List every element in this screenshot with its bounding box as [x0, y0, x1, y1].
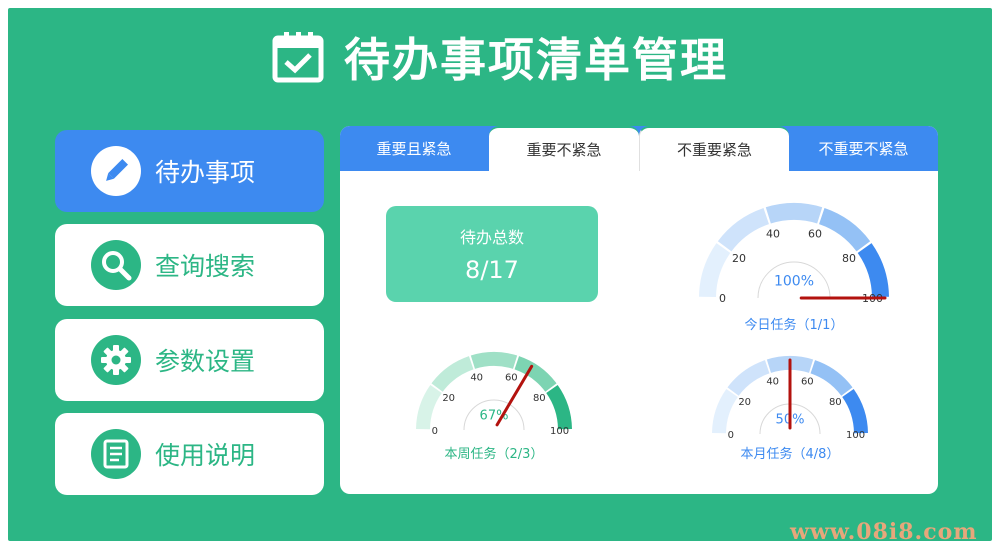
document-icon — [91, 429, 141, 479]
tab-important-urgent[interactable]: 重要且紧急 — [340, 126, 488, 171]
gauge-tick-label: 20 — [442, 393, 455, 404]
gauge-segment — [470, 352, 518, 369]
gauge-month: 02040608010050% — [712, 356, 868, 441]
gauge-segment — [712, 388, 738, 434]
gauge-tick-label: 60 — [801, 377, 814, 388]
gauge-tick-label: 40 — [766, 227, 780, 240]
gauge-segment — [416, 384, 442, 430]
sidebar-item-settings[interactable]: 参数设置 — [55, 319, 324, 401]
gauge-tick-label: 40 — [766, 377, 779, 388]
calendar-check-icon — [272, 32, 324, 83]
total-todo-card: 待办总数 8/17 — [386, 206, 598, 302]
gauge-segment — [765, 203, 823, 224]
tab-bar: 重要且紧急 重要不紧急 不重要紧急 不重要不紧急 — [340, 126, 938, 171]
gauge-month-caption: 本月任务（4/8） — [740, 447, 840, 462]
total-todo-label: 待办总数 — [459, 228, 524, 247]
sidebar-item-label: 待办事项 — [155, 158, 256, 187]
gauge-segment — [819, 208, 871, 252]
gauge-segment — [857, 243, 889, 298]
total-todo-value: 8/17 — [465, 256, 519, 284]
gauge-segment — [842, 388, 868, 434]
gauge-tick-label: 100 — [550, 426, 569, 437]
gauge-tick-label: 80 — [533, 393, 546, 404]
watermark: www.08i8.com — [790, 519, 978, 545]
sidebar-item-help[interactable]: 使用说明 — [55, 413, 324, 495]
gauge-today: 020406080100100% — [699, 203, 889, 305]
gauge-today-caption: 今日任务（1/1） — [744, 318, 844, 333]
gauge-segment — [431, 356, 474, 392]
gauge-segment — [717, 208, 769, 252]
page-title: 待办事项清单管理 — [344, 33, 728, 87]
gauge-segment — [699, 243, 731, 298]
gauge-tick-label: 0 — [432, 426, 438, 437]
gauge-segment — [546, 384, 572, 430]
sidebar-item-label: 参数设置 — [155, 347, 256, 376]
sidebar-item-todo[interactable]: 待办事项 — [55, 130, 324, 212]
gauge-tick-label: 60 — [808, 227, 822, 240]
header: 待办事项清单管理 — [0, 22, 1000, 92]
gauge-tick-label: 80 — [829, 397, 842, 408]
gauge-segment — [727, 360, 770, 396]
gauge-week: 02040 608010067% — [416, 352, 572, 437]
gauge-segment — [810, 360, 853, 396]
gauge-tick-label: 0 — [719, 292, 726, 305]
gauge-tick-label: 20 — [738, 397, 751, 408]
gauge-tick-label: 60 — [505, 373, 518, 384]
gauge-tick-label: 20 — [732, 252, 746, 265]
gauge-tick-label: 40 — [470, 373, 483, 384]
pencil-icon — [91, 146, 141, 196]
gauge-percent-label: 100% — [774, 273, 814, 289]
gauge-tick-label: 100 — [846, 430, 865, 441]
tab-important-not-urgent[interactable]: 重要不紧急 — [489, 126, 639, 171]
sidebar-item-label: 使用说明 — [155, 441, 256, 470]
sidebar-item-label: 查询搜索 — [155, 252, 256, 281]
search-icon — [91, 240, 141, 290]
gauge-tick-label: 80 — [842, 252, 856, 265]
gauge-week-caption: 本周任务（2/3） — [444, 447, 544, 462]
gauge-tick-label: 0 — [728, 430, 734, 441]
tab-not-important-urgent[interactable]: 不重要紧急 — [639, 126, 789, 171]
sidebar-item-search[interactable]: 查询搜索 — [55, 224, 324, 306]
tab-not-important-not-urgent[interactable]: 不重要不紧急 — [789, 126, 938, 171]
gear-icon — [91, 335, 141, 385]
